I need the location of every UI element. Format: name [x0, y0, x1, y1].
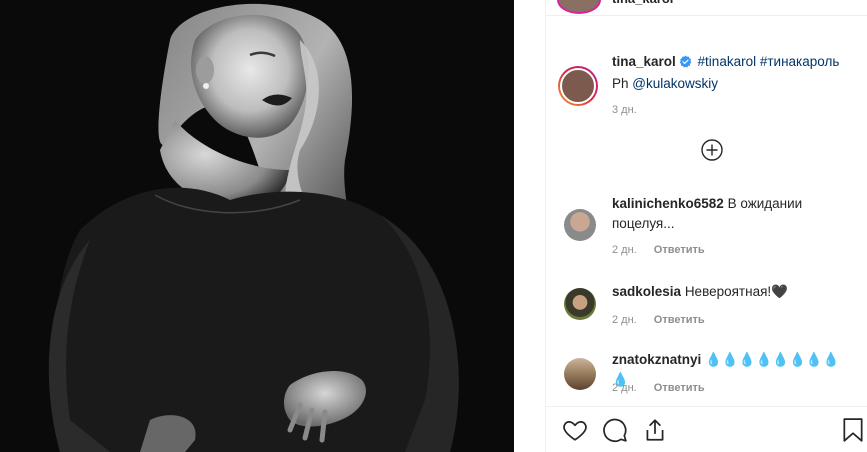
- portrait-image: [0, 0, 514, 452]
- verified-badge-icon: [679, 54, 692, 74]
- avatar[interactable]: [564, 358, 596, 390]
- load-more-comments-button[interactable]: [701, 139, 723, 161]
- reply-button[interactable]: Ответить: [654, 382, 705, 394]
- ph-prefix: Ph: [612, 76, 629, 91]
- hashtag-link[interactable]: #тинакароль: [760, 54, 840, 69]
- comment-time[interactable]: 2 дн.: [612, 382, 637, 394]
- avatar[interactable]: [564, 209, 596, 241]
- comment-text: sadkolesia Невероятная!🖤: [612, 282, 852, 302]
- header-username[interactable]: tina_karol: [612, 0, 673, 6]
- comment-meta: 2 дн. Ответить: [612, 244, 719, 256]
- comment-time[interactable]: 2 дн.: [612, 314, 637, 326]
- post-caption: tina_karol #tinakarol #тинакароль Ph @ku…: [612, 52, 862, 94]
- post-actions-bar: [546, 406, 867, 452]
- avatar[interactable]: [564, 288, 596, 320]
- comment-username[interactable]: kalinichenko6582: [612, 196, 724, 211]
- post-photo[interactable]: [0, 0, 514, 452]
- bookmark-icon: [843, 418, 863, 442]
- header-avatar[interactable]: [557, 0, 601, 14]
- comment-meta: 2 дн. Ответить: [612, 314, 719, 326]
- plus-circle-icon: [701, 139, 723, 161]
- comment-text: kalinichenko6582 В ожидании поцелуя...: [612, 194, 852, 234]
- comment-body: Невероятная!🖤: [684, 284, 788, 299]
- comment-time[interactable]: 2 дн.: [612, 244, 637, 256]
- like-button[interactable]: [562, 417, 590, 445]
- share-button[interactable]: [642, 417, 670, 445]
- comment-bubble-icon: [603, 418, 627, 443]
- reply-button[interactable]: Ответить: [654, 314, 705, 326]
- avatar: [560, 68, 596, 104]
- caption-time[interactable]: 3 дн.: [612, 104, 637, 116]
- comment-meta: 2 дн. Ответить: [612, 382, 719, 394]
- share-icon: [646, 419, 664, 441]
- post-header: tina_karol: [546, 0, 867, 16]
- caption-username[interactable]: tina_karol: [612, 54, 676, 69]
- mention-link[interactable]: @kulakowskiy: [632, 76, 718, 91]
- comment-username[interactable]: sadkolesia: [612, 284, 681, 299]
- comment-button[interactable]: [602, 417, 630, 445]
- save-button[interactable]: [842, 417, 867, 445]
- comments-panel: tina_karol tina_karol #tinakarol #тинака…: [545, 0, 867, 452]
- caption-avatar[interactable]: [558, 66, 598, 106]
- hashtag-link[interactable]: #tinakarol: [698, 54, 757, 69]
- comment-username[interactable]: znatokznatnyi: [612, 352, 701, 367]
- heart-icon: [563, 421, 587, 441]
- reply-button[interactable]: Ответить: [654, 244, 705, 256]
